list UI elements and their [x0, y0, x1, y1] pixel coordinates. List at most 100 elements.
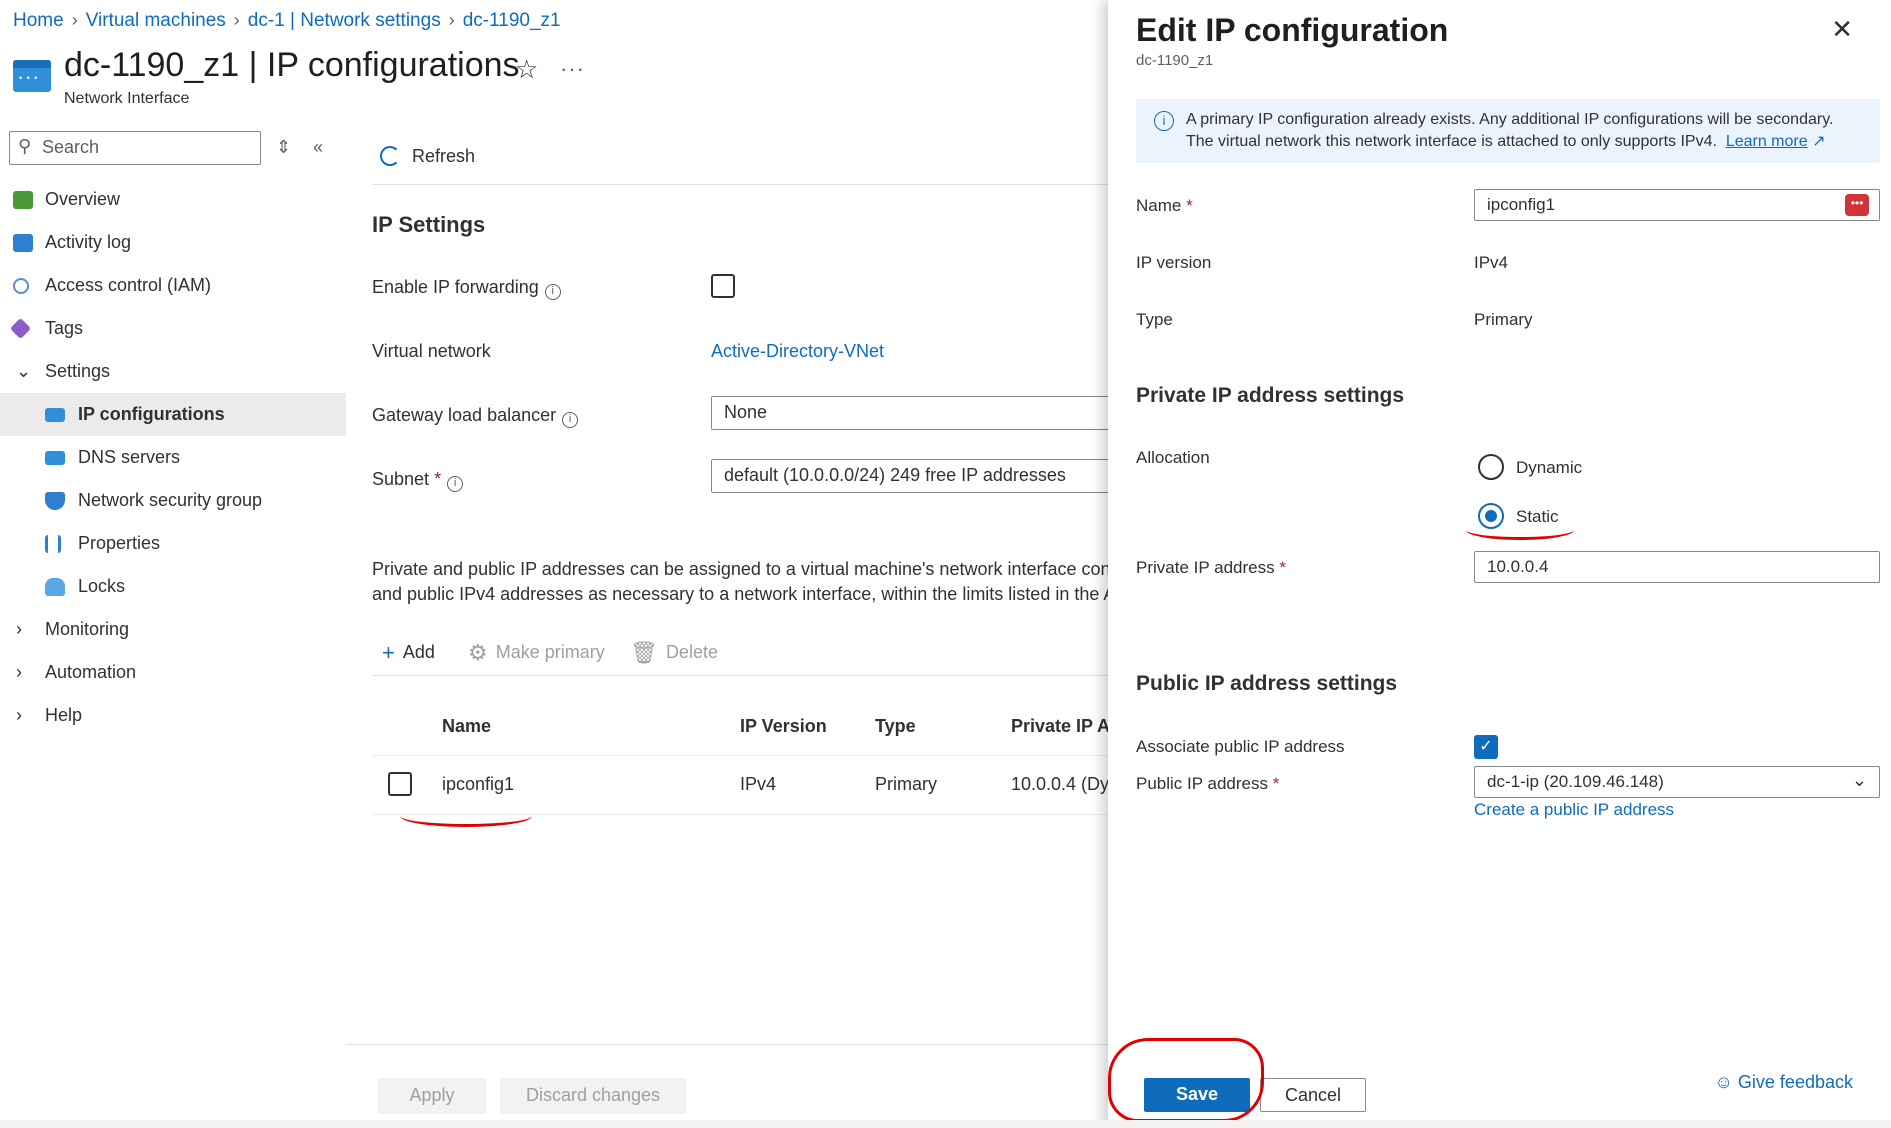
discard-changes-button[interactable]: Discard changes — [500, 1078, 686, 1114]
sidebar-item-label: Help — [45, 705, 83, 725]
info-icon[interactable]: i — [562, 412, 579, 428]
column-header-name[interactable]: Name — [442, 716, 491, 737]
sidebar-item-properties[interactable]: Properties — [0, 522, 346, 565]
delete-button[interactable]: 🗑 Delete — [630, 640, 718, 666]
overview-icon — [13, 190, 33, 209]
sidebar-item-label: Tags — [45, 318, 84, 338]
lock-icon — [45, 577, 65, 596]
sidebar-group-help[interactable]: › Help — [0, 694, 346, 737]
expand-collapse-icon[interactable]: ⇕ — [276, 137, 291, 158]
name-value: ipconfig1 — [1487, 195, 1556, 214]
ip-config-icon — [45, 407, 65, 422]
sidebar-item-label: Network security group — [78, 490, 263, 510]
enable-ip-forwarding-checkbox[interactable] — [711, 274, 735, 298]
info-icon[interactable]: i — [544, 284, 561, 300]
trash-icon: 🗑 — [630, 640, 658, 665]
private-ip-label-text: Private IP address — [1136, 558, 1275, 577]
delete-label: Delete — [665, 642, 718, 662]
sidebar-group-automation[interactable]: › Automation — [0, 651, 346, 694]
virtual-network-link[interactable]: Active-Directory-VNet — [711, 341, 884, 362]
divider — [346, 1044, 1110, 1045]
associate-public-ip-checkbox[interactable]: ✓ — [1474, 735, 1498, 759]
chevron-right-icon: › — [16, 662, 22, 682]
make-primary-label: Make primary — [495, 642, 605, 662]
tag-icon — [9, 317, 32, 340]
sidebar-item-label: Access control (IAM) — [45, 275, 212, 295]
info-icon: i — [1154, 111, 1174, 131]
info-line-2: The virtual network this network interfa… — [1186, 131, 1868, 153]
learn-more-link[interactable]: Learn more — [1726, 133, 1808, 150]
public-ip-section-heading: Public IP address settings — [1136, 672, 1398, 695]
annotation-underline — [400, 805, 532, 827]
radio-circle — [1478, 454, 1504, 480]
more-options-icon[interactable]: ··· — [560, 56, 585, 82]
row-type: Primary — [875, 774, 937, 794]
iam-icon — [13, 277, 29, 294]
network-interface-icon — [13, 60, 51, 92]
sidebar-item-ip-configurations[interactable]: IP configurations — [0, 393, 346, 436]
column-header-type[interactable]: Type — [875, 716, 916, 737]
subnet-text: Subnet — [372, 469, 430, 489]
apply-button[interactable]: Apply — [378, 1078, 486, 1114]
sidebar-group-settings[interactable]: ⌄ Settings — [0, 350, 346, 393]
info-message-bar: i A primary IP configuration already exi… — [1136, 99, 1880, 163]
breadcrumb-network-settings[interactable]: dc-1 | Network settings — [248, 10, 441, 32]
column-header-ip-version[interactable]: IP Version — [740, 716, 827, 737]
ip-settings-heading: IP Settings — [372, 212, 486, 237]
collapse-sidebar-icon[interactable]: « — [313, 137, 323, 158]
make-primary-button[interactable]: ⚙ Make primary — [468, 640, 605, 666]
sidebar-item-iam[interactable]: Access control (IAM) — [0, 264, 346, 307]
public-ip-select[interactable]: dc-1-ip (20.109.46.148) ⌄ — [1474, 766, 1880, 798]
row-name-link[interactable]: ipconfig1 — [442, 774, 514, 795]
activity-log-icon — [13, 233, 33, 252]
subnet-select[interactable]: default (10.0.0.0/24) 249 free IP addres… — [711, 459, 1111, 493]
divider — [372, 675, 1110, 676]
sidebar-item-tags[interactable]: Tags — [0, 307, 346, 350]
chevron-right-icon: › — [448, 10, 455, 30]
panel-title: Edit IP configuration — [1136, 12, 1449, 48]
ip-version-label: IP version — [1136, 253, 1212, 272]
private-ip-input[interactable]: 10.0.0.4 — [1474, 551, 1880, 583]
create-public-ip-link[interactable]: Create a public IP address — [1474, 800, 1674, 820]
sidebar-item-locks[interactable]: Locks — [0, 565, 346, 608]
name-label-text: Name — [1136, 196, 1182, 215]
info-icon[interactable]: i — [447, 476, 464, 492]
sidebar-search-input[interactable]: ⚲ Search — [9, 131, 261, 165]
breadcrumb: Home › Virtual machines › dc-1 | Network set… — [13, 10, 561, 32]
sidebar-item-label: Monitoring — [45, 619, 130, 639]
cancel-button[interactable]: Cancel — [1260, 1078, 1366, 1112]
password-manager-icon[interactable]: ••• — [1845, 194, 1869, 216]
sidebar-item-label: Activity log — [45, 232, 132, 252]
sidebar-item-overview[interactable]: Overview — [0, 178, 346, 221]
breadcrumb-virtual-machines[interactable]: Virtual machines — [86, 10, 226, 32]
shield-icon — [45, 491, 65, 510]
breadcrumb-home[interactable]: Home — [13, 10, 64, 32]
required-asterisk: * — [1272, 774, 1280, 793]
sidebar-item-activity-log[interactable]: Activity log — [0, 221, 346, 264]
row-checkbox[interactable] — [388, 772, 412, 796]
name-input[interactable]: ipconfig1 ••• — [1474, 189, 1880, 221]
give-feedback-button[interactable]: ☺ Give feedback — [1715, 1072, 1853, 1093]
annotation-underline — [1466, 520, 1574, 540]
feedback-label: Give feedback — [1737, 1072, 1853, 1092]
plus-icon: + — [382, 640, 395, 665]
chevron-down-icon: ⌄ — [16, 361, 32, 381]
description-line: Private and public IP addresses can be a… — [372, 559, 1108, 579]
gateway-lb-label: Gateway load balancer i — [372, 405, 579, 428]
gateway-lb-select[interactable]: None — [711, 396, 1111, 430]
divider — [372, 755, 1110, 756]
sidebar-item-nsg[interactable]: Network security group — [0, 479, 346, 522]
chevron-down-icon: ⌄ — [1851, 770, 1867, 790]
sidebar-item-label: Properties — [78, 533, 161, 553]
sidebar-item-dns-servers[interactable]: DNS servers — [0, 436, 346, 479]
info-line: A primary IP configuration already exist… — [1186, 111, 1834, 128]
column-header-private-ip[interactable]: Private IP Ac — [1011, 716, 1109, 737]
allocation-dynamic-radio[interactable]: Dynamic — [1478, 454, 1582, 480]
page-subtitle: Network Interface — [64, 90, 190, 107]
favorite-star-icon[interactable]: ☆ — [515, 54, 538, 85]
close-icon[interactable]: ✕ — [1831, 14, 1853, 45]
refresh-button[interactable]: Refresh — [380, 146, 475, 167]
breadcrumb-nic[interactable]: dc-1190_z1 — [463, 10, 561, 32]
sidebar-group-monitoring[interactable]: › Monitoring — [0, 608, 346, 651]
add-button[interactable]: + Add — [382, 640, 435, 666]
